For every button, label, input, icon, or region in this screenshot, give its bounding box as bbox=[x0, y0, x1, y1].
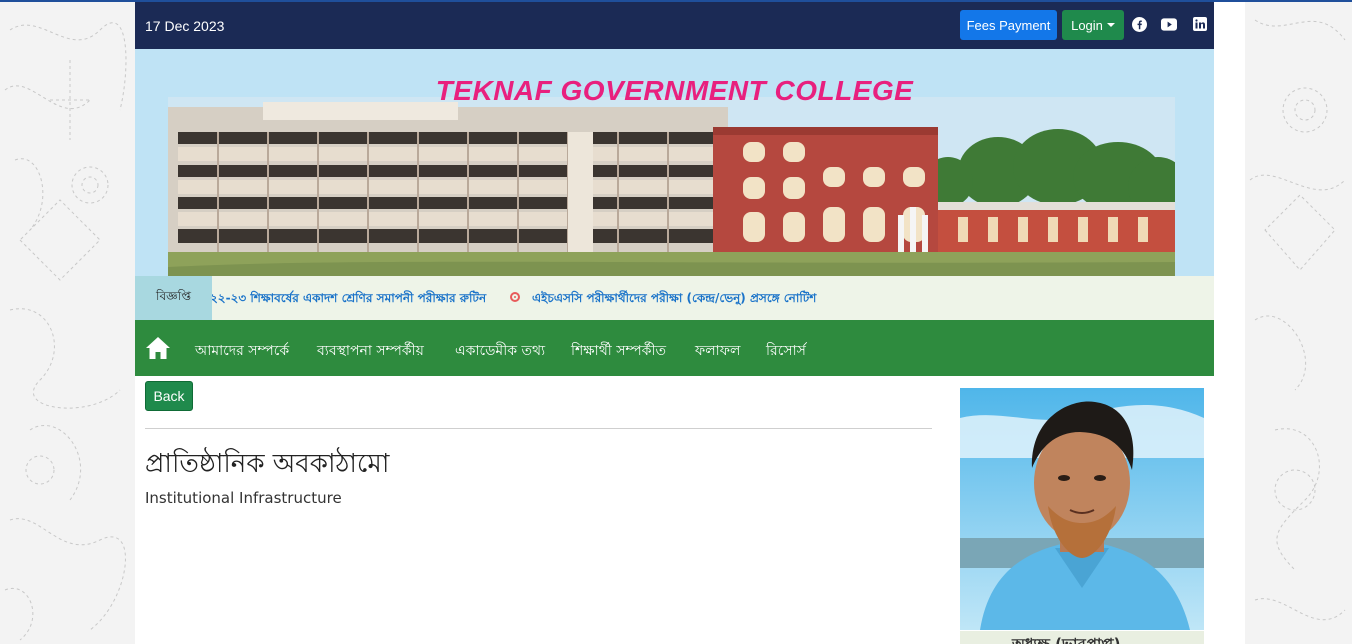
linkedin-icon[interactable] bbox=[1192, 16, 1208, 32]
fees-payment-button[interactable]: Fees Payment bbox=[960, 10, 1057, 40]
current-date: 17 Dec 2023 bbox=[145, 18, 225, 34]
notice-marquee: ২২-২৩ শিক্ষাবর্ষের একাদশ শ্রেণির সমাপনী … bbox=[212, 276, 1212, 320]
login-dropdown-button[interactable]: Login bbox=[1062, 10, 1124, 40]
right-decorative-pattern bbox=[1245, 0, 1352, 644]
nav-item-academic[interactable]: একাডেমীক তথ্য bbox=[455, 339, 545, 363]
nav-item-about[interactable]: আমাদের সম্পর্কে bbox=[195, 339, 289, 363]
nav-item-results[interactable]: ফলাফল bbox=[695, 339, 740, 363]
back-button[interactable]: Back bbox=[145, 381, 193, 411]
college-title: TEKNAF GOVERNMENT COLLEGE bbox=[435, 75, 914, 106]
page-title: প্রাতিষ্ঠানিক অবকাঠামো bbox=[145, 449, 390, 479]
divider bbox=[145, 428, 932, 429]
principal-title: অধ্যক্ষ (ভারপ্রাপ্ত) bbox=[1012, 635, 1121, 644]
page-container: 17 Dec 2023 Fees Payment Login TEKNAF GO… bbox=[135, 2, 1214, 644]
login-label: Login bbox=[1071, 17, 1103, 33]
main-navbar: আমাদের সম্পর্কে ব্যবস্থাপনা সম্পর্কীয় এ… bbox=[135, 320, 1214, 376]
college-banner: TEKNAF GOVERNMENT COLLEGE bbox=[135, 49, 1214, 276]
nav-item-students[interactable]: শিক্ষার্থী সম্পর্কীত bbox=[571, 339, 666, 363]
left-decorative-pattern bbox=[0, 0, 135, 644]
page-description: Institutional Infrastructure bbox=[145, 489, 342, 507]
notice-label: বিজ্ঞপ্তি bbox=[135, 276, 212, 320]
notice-item[interactable]: এইচএসসি পরীক্ষার্থীদের পরীক্ষা (কেন্দ্র/… bbox=[532, 290, 816, 310]
youtube-icon[interactable] bbox=[1161, 16, 1177, 32]
principal-caption: অধ্যক্ষ (ভারপ্রাপ্ত) bbox=[960, 631, 1204, 644]
notice-separator-icon bbox=[510, 292, 520, 302]
page-right-gutter bbox=[1214, 2, 1245, 644]
top-bar: 17 Dec 2023 Fees Payment Login bbox=[135, 2, 1214, 49]
notice-ticker: বিজ্ঞপ্তি ২২-২৩ শিক্ষাবর্ষের একাদশ শ্রেণ… bbox=[135, 276, 1214, 320]
home-icon[interactable] bbox=[145, 336, 171, 360]
facebook-icon[interactable] bbox=[1131, 16, 1147, 32]
notice-item[interactable]: ২২-২৩ শিক্ষাবর্ষের একাদশ শ্রেণির সমাপনী … bbox=[212, 290, 486, 310]
college-building-photo bbox=[168, 97, 1175, 276]
nav-item-resources[interactable]: রিসোর্স bbox=[766, 339, 806, 363]
nav-item-management[interactable]: ব্যবস্থাপনা সম্পর্কীয় bbox=[317, 339, 424, 363]
principal-photo bbox=[960, 388, 1204, 630]
caret-down-icon bbox=[1106, 23, 1115, 27]
